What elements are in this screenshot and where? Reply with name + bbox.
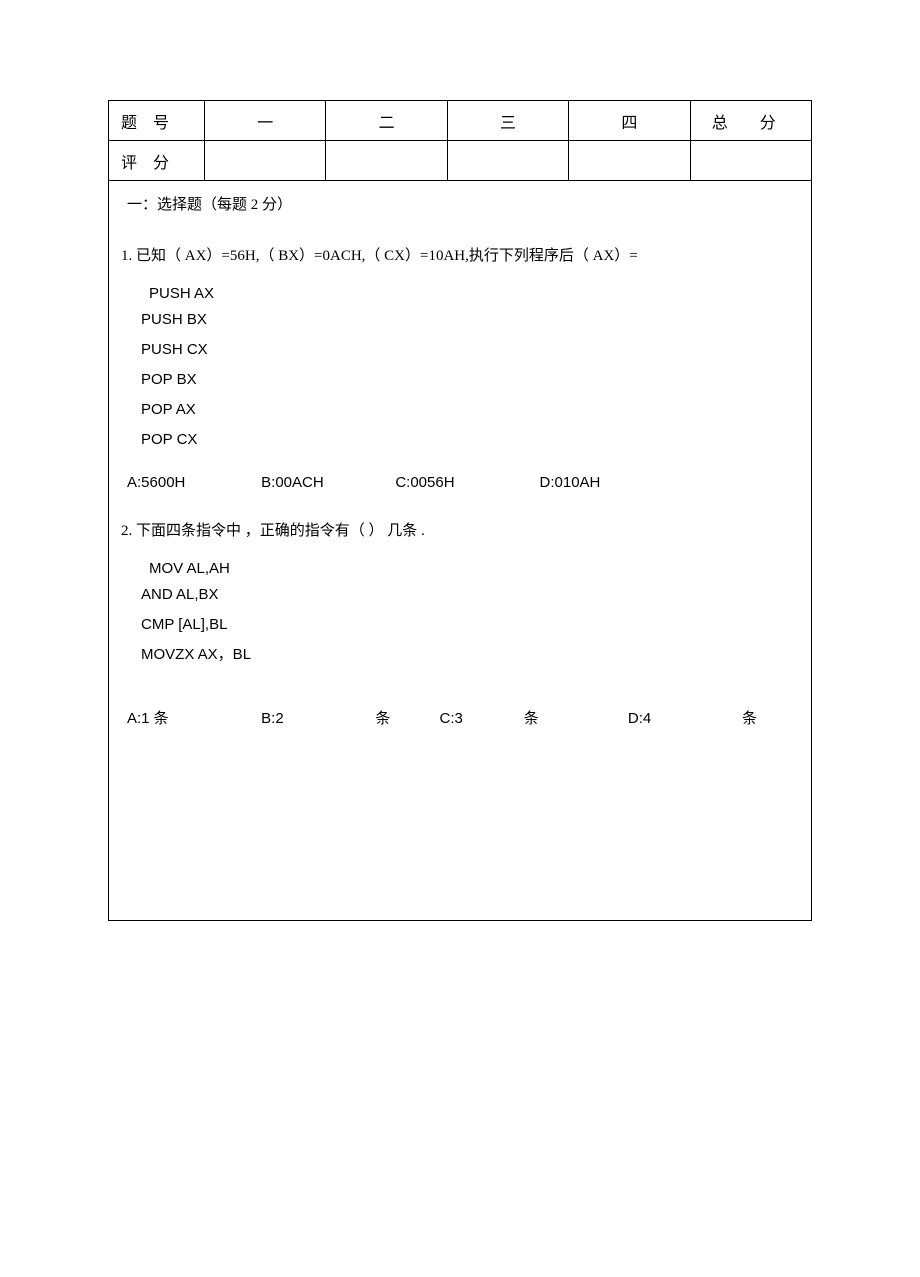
score-table: 题 号 一 二 三 四 总 分 评 分 bbox=[108, 100, 812, 181]
content-area: 一：选择题（每题 2 分） 1. 已知（ AX）=56H,（ BX）=0ACH,… bbox=[108, 181, 812, 921]
q1-options: A:5600H B:00ACH C:0056H D:010AH bbox=[127, 474, 799, 491]
score-4 bbox=[569, 141, 690, 181]
q2-option-c-suffix: 条 bbox=[524, 711, 539, 727]
col-3: 三 bbox=[447, 101, 568, 141]
col-4: 四 bbox=[569, 101, 690, 141]
q2-option-b: B:2 bbox=[261, 710, 284, 727]
q1-option-a: A:5600H bbox=[127, 474, 257, 491]
q2-code-line: MOV AL,AH bbox=[149, 560, 799, 577]
q2-option-b-suffix: 条 bbox=[375, 711, 390, 727]
q2-option-a: A:1 条 bbox=[127, 710, 169, 727]
q1-code-line: POP BX bbox=[141, 368, 799, 392]
q1-option-d: D:010AH bbox=[540, 474, 601, 491]
q1-code-line: PUSH BX bbox=[141, 308, 799, 332]
q1-code-line: PUSH AX bbox=[149, 285, 799, 302]
q2-option-d-suffix: 条 bbox=[742, 711, 757, 727]
section-1-title: 一：选择题（每题 2 分） bbox=[127, 193, 799, 214]
q2-option-d: D:4 bbox=[628, 710, 651, 727]
q1-option-c: C:0056H bbox=[395, 474, 535, 491]
col-total: 总 分 bbox=[690, 101, 811, 141]
q1-code-block: PUSH AX PUSH BX PUSH CX POP BX POP AX PO… bbox=[121, 285, 799, 452]
q2-code-line: CMP [AL],BL bbox=[141, 613, 799, 637]
q2-option-c: C:3 bbox=[440, 710, 463, 727]
score-label-cell: 评 分 bbox=[109, 141, 205, 181]
q1-code-line: POP AX bbox=[141, 398, 799, 422]
col-2: 二 bbox=[326, 101, 447, 141]
header-label-cell: 题 号 bbox=[109, 101, 205, 141]
score-3 bbox=[447, 141, 568, 181]
q2-intro: 2. 下面四条指令中 ，正确的指令有（ ） 几条 . bbox=[121, 519, 799, 540]
q1-code-line: PUSH CX bbox=[141, 338, 799, 362]
q1-intro-text: 1. 已知（ AX）=56H,（ BX）=0ACH,（ CX）=10AH,执行下… bbox=[121, 248, 638, 264]
q2-code-block: MOV AL,AH AND AL,BX CMP [AL],BL MOVZX AX… bbox=[121, 560, 799, 667]
score-total bbox=[690, 141, 811, 181]
q1-code-line: POP CX bbox=[141, 428, 799, 452]
score-1 bbox=[205, 141, 326, 181]
score-2 bbox=[326, 141, 447, 181]
q2-code-line: AND AL,BX bbox=[141, 583, 799, 607]
q1-intro: 1. 已知（ AX）=56H,（ BX）=0ACH,（ CX）=10AH,执行下… bbox=[121, 244, 799, 265]
q1-option-b: B:00ACH bbox=[261, 474, 391, 491]
q2-code-line: MOVZX AX，BL bbox=[141, 643, 799, 667]
col-1: 一 bbox=[205, 101, 326, 141]
q2-options: A:1 条 B:2 条 C:3 条 D:4 条 bbox=[127, 707, 799, 728]
